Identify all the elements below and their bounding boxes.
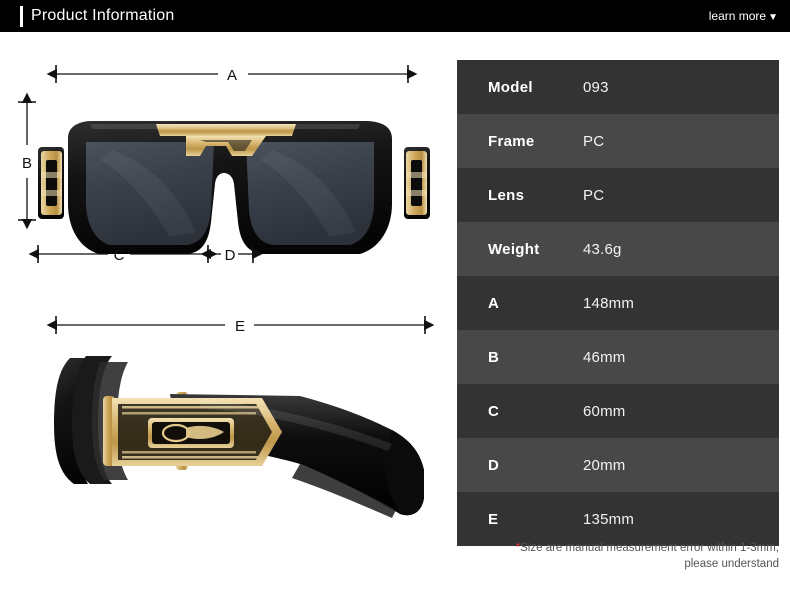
row-value: 20mm — [583, 456, 626, 474]
row-label: Lens — [488, 186, 525, 204]
footnote-line-1: Size are manual measurement error within… — [520, 542, 779, 554]
front-left-endpiece — [38, 147, 64, 219]
row-value: 46mm — [583, 348, 626, 366]
table-row: E 135mm — [457, 492, 779, 546]
row-label: Model — [488, 78, 533, 96]
row-value: 148mm — [583, 294, 635, 312]
learn-more-label: learn more — [708, 9, 767, 23]
table-row: Frame PC — [457, 114, 779, 168]
row-label: B — [488, 348, 500, 366]
sunglasses-side-view — [54, 356, 424, 518]
table-row: Lens PC — [457, 168, 779, 222]
dimension-marker-a: A — [46, 65, 418, 84]
row-label: A — [488, 294, 500, 312]
svg-text:E: E — [235, 318, 245, 335]
row-value: 093 — [583, 78, 609, 96]
header-accent-bar — [20, 6, 23, 27]
row-value: 135mm — [583, 510, 635, 528]
page-header: Product Information learn more ▼ — [0, 0, 790, 32]
specification-table: Model 093 Frame PC Lens PC Weight 43.6g … — [457, 60, 779, 546]
chevron-down-icon: ▼ — [768, 12, 778, 23]
svg-text:B: B — [22, 155, 32, 172]
row-value: PC — [583, 132, 605, 150]
front-right-endpiece — [404, 147, 430, 219]
row-label: Frame — [488, 132, 535, 150]
product-diagram: A B C D E — [18, 65, 435, 518]
table-row: D 20mm — [457, 438, 779, 492]
dimension-marker-d: D — [200, 245, 263, 264]
table-row: Weight 43.6g — [457, 222, 779, 276]
footnote-line-2: please understand — [684, 558, 779, 570]
row-value: PC — [583, 186, 605, 204]
sunglasses-front-view — [38, 121, 430, 254]
row-label: Weight — [488, 240, 540, 258]
dimension-marker-e: E — [46, 316, 435, 335]
row-label: E — [488, 510, 499, 528]
table-row: B 46mm — [457, 330, 779, 384]
row-label: C — [488, 402, 500, 420]
dimension-marker-b: B — [18, 92, 36, 230]
learn-more-button[interactable]: learn more ▼ — [709, 9, 778, 25]
measurement-footnote: *Size are manual measurement error withi… — [457, 540, 779, 572]
table-row: Model 093 — [457, 60, 779, 114]
row-value: 60mm — [583, 402, 626, 420]
row-label: D — [488, 456, 500, 474]
svg-text:D: D — [225, 247, 236, 264]
page-title: Product Information — [31, 7, 175, 24]
table-row: C 60mm — [457, 384, 779, 438]
row-value: 43.6g — [583, 240, 622, 258]
table-row: A 148mm — [457, 276, 779, 330]
svg-text:A: A — [227, 67, 237, 84]
svg-text:C: C — [114, 247, 125, 264]
product-visual-panel: A B C D E — [0, 32, 455, 607]
